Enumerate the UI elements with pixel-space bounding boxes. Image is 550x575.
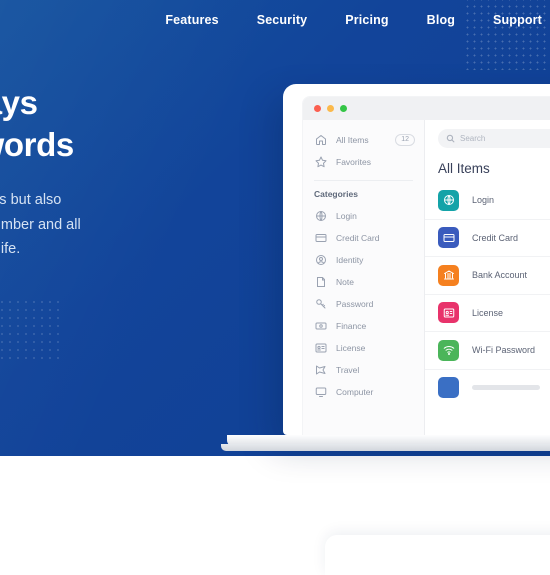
search-input[interactable]: Search (438, 129, 550, 148)
sidebar-label-all-items: All Items (336, 135, 369, 145)
hero-copy: s always passwords your passwords but al… (0, 82, 235, 262)
sidebar-item-computer[interactable]: Computer (303, 381, 424, 403)
hero-paragraph-line-3: y in your daily life. (0, 241, 21, 257)
list-item[interactable]: Credit Card (425, 218, 550, 257)
sidebar-label-credit-card: Credit Card (336, 233, 380, 243)
bottom-card (325, 535, 550, 575)
nav-item-security[interactable]: Security (257, 13, 308, 27)
sidebar-item-all-items[interactable]: All Items 12 (303, 129, 424, 151)
monitor-icon (314, 386, 327, 399)
sidebar-label-note: Note (336, 277, 354, 287)
nav-item-blog[interactable]: Blog (427, 13, 455, 27)
sidebar-label-identity: Identity (336, 255, 364, 265)
key-icon (314, 298, 327, 311)
sidebar-label-finance: Finance (336, 321, 367, 331)
hero-headline-line-2: passwords (0, 126, 74, 163)
list-item-label: Bank Account (472, 270, 528, 281)
close-button[interactable] (314, 105, 321, 112)
app-item-list: Search All Items Login Credit Card Bank … (425, 120, 550, 435)
list-item-placeholder-bar (472, 385, 540, 391)
minimize-button[interactable] (327, 105, 334, 112)
placeholder-icon (438, 377, 459, 399)
globe-icon (438, 189, 459, 211)
list-item-label: Credit Card (472, 232, 519, 243)
banknote-icon (314, 320, 327, 333)
hero-paragraph-line-2: cial security number and all (0, 216, 81, 233)
list-item[interactable]: Bank Account (425, 256, 550, 294)
credit-card-icon (314, 232, 327, 245)
all-items-count-badge: 12 (395, 134, 415, 146)
sidebar-item-login[interactable]: Login (303, 205, 424, 227)
sidebar-categories-heading: Categories (314, 189, 358, 199)
laptop-mockup: All Items 12 Favorites Categories Login … (221, 84, 550, 451)
list-item[interactable] (425, 368, 550, 407)
app-body: All Items 12 Favorites Categories Login … (303, 120, 550, 435)
list-item-label: License (472, 307, 504, 318)
app-window: All Items 12 Favorites Categories Login … (303, 97, 550, 435)
nav-item-support[interactable]: Support (493, 13, 542, 27)
sidebar-label-password: Password (336, 299, 374, 309)
airplane-icon (314, 364, 327, 377)
list-item[interactable]: Wi-Fi Password (425, 331, 550, 369)
hero-dot-pattern-secondary (0, 298, 60, 360)
hero-paragraph-line-1: your passwords but also (0, 192, 62, 208)
credit-card-icon (438, 227, 459, 249)
app-titlebar (303, 97, 550, 120)
sidebar-label-license: License (336, 343, 366, 353)
sidebar-label-favorites: Favorites (336, 157, 371, 167)
identity-icon (314, 254, 327, 267)
star-icon (314, 156, 327, 169)
list-item-label: Wi-Fi Password (472, 345, 536, 356)
license-icon (314, 342, 327, 355)
globe-icon (314, 210, 327, 223)
nav-item-features[interactable]: Features (165, 13, 218, 27)
list-item[interactable]: License (425, 293, 550, 332)
sidebar-label-login: Login (336, 211, 357, 221)
bank-icon (438, 264, 459, 286)
sidebar-item-password[interactable]: Password (303, 293, 424, 315)
search-icon (446, 134, 455, 143)
wifi-icon (438, 339, 459, 361)
hero-headline-line-1: s always (0, 84, 38, 121)
zoom-button[interactable] (340, 105, 347, 112)
list-title: All Items (438, 161, 490, 176)
sidebar-item-note[interactable]: Note (303, 271, 424, 293)
app-sidebar: All Items 12 Favorites Categories Login … (303, 120, 425, 435)
list-item-label: Login (472, 195, 495, 206)
sidebar-item-travel[interactable]: Travel (303, 359, 424, 381)
home-icon (314, 134, 327, 147)
sidebar-label-computer: Computer (336, 387, 374, 397)
top-navigation: Features Security Pricing Blog Support (0, 0, 550, 40)
sidebar-label-travel: Travel (336, 365, 360, 375)
sidebar-item-finance[interactable]: Finance (303, 315, 424, 337)
sidebar-item-credit-card[interactable]: Credit Card (303, 227, 424, 249)
sidebar-item-identity[interactable]: Identity (303, 249, 424, 271)
sidebar-item-license[interactable]: License (303, 337, 424, 359)
laptop-screen: All Items 12 Favorites Categories Login … (283, 84, 550, 435)
nav-item-pricing[interactable]: Pricing (345, 13, 388, 27)
sidebar-divider (314, 180, 413, 181)
sidebar-item-favorites[interactable]: Favorites (303, 151, 424, 173)
license-icon (438, 302, 459, 324)
laptop-base-lip (221, 444, 550, 451)
search-placeholder: Search (460, 134, 486, 143)
note-icon (314, 276, 327, 289)
list-item[interactable]: Login (425, 182, 550, 219)
